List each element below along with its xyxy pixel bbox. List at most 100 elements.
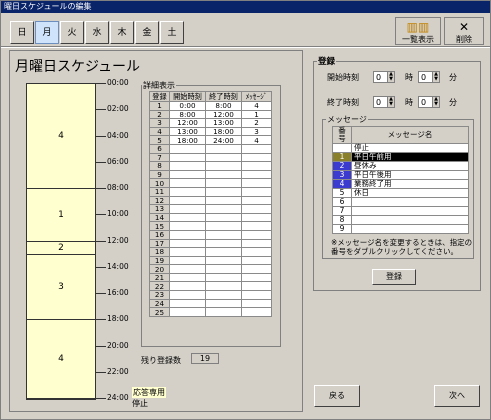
schedule-segment[interactable]: 4 [27, 320, 95, 399]
table-row[interactable]: 6 [149, 143, 272, 154]
schedule-segment[interactable]: 1 [27, 189, 95, 242]
table-row[interactable]: 14 [149, 212, 272, 223]
table-row[interactable]: 21 [149, 272, 272, 283]
next-button[interactable]: 次へ [434, 385, 480, 407]
table-row[interactable]: 11 [149, 186, 272, 197]
delete-button[interactable]: ✕ 削除 [444, 17, 484, 45]
table-cell: 11 [149, 186, 170, 197]
tab-tuesday[interactable]: 火 [60, 21, 84, 44]
table-cell: 2 [149, 109, 170, 120]
table-cell [241, 204, 272, 214]
table-cell: 8:00 [205, 101, 242, 111]
start-hour-stepper[interactable]: 0 ▲ ▼ [373, 71, 395, 83]
table-cell [205, 307, 242, 317]
end-minute-stepper[interactable]: 0 ▲ ▼ [418, 96, 440, 108]
message-row[interactable]: 3 平日午後用 [332, 170, 469, 180]
schedule-segment[interactable]: 2 [27, 242, 95, 255]
tab-saturday[interactable]: 土 [160, 21, 184, 44]
message-row[interactable]: 1 平日午前用 [332, 152, 469, 162]
table-row[interactable]: 5 18:00 24:00 4 [149, 135, 272, 145]
table-cell: 10 [149, 178, 170, 188]
table-cell: 8:00 [169, 109, 206, 120]
table-cell: 5 [149, 135, 170, 145]
message-row[interactable]: 8 [332, 215, 469, 225]
end-minute-value: 0 [421, 98, 427, 107]
table-row[interactable]: 20 [149, 264, 272, 274]
register-button[interactable]: 登録 [372, 269, 416, 285]
table-row[interactable]: 25 [149, 307, 272, 317]
schedule-segment[interactable]: 4 [27, 84, 95, 189]
table-row[interactable]: 3 12:00 13:00 2 [149, 118, 272, 128]
time-tick-label: 04:00 [107, 130, 129, 140]
table-row[interactable]: 24 [149, 298, 272, 309]
tab-sunday[interactable]: 日 [10, 21, 34, 44]
table-row[interactable]: 1 0:00 8:00 4 [149, 101, 272, 111]
table-cell: 25 [149, 307, 170, 317]
table-row[interactable]: 22 [149, 281, 272, 292]
table-cell [241, 161, 272, 171]
table-row[interactable]: 2 8:00 12:00 1 [149, 109, 272, 120]
register-caption: 登録 [317, 55, 337, 67]
table-cell [205, 186, 242, 197]
table-row[interactable]: 10 [149, 178, 272, 188]
message-row[interactable]: 7 [332, 206, 469, 216]
table-cell: 13:00 [169, 126, 206, 137]
message-row[interactable]: 4 業務終了用 [332, 179, 469, 189]
table-cell [205, 290, 242, 300]
table-cell: 7 [149, 152, 170, 163]
table-cell: 22 [149, 281, 170, 292]
tab-friday[interactable]: 金 [135, 21, 159, 44]
table-cell: 13 [149, 204, 170, 214]
table-row[interactable]: 4 13:00 18:00 3 [149, 126, 272, 137]
remaining-label: 残り登録数 [141, 356, 181, 365]
table-cell [205, 238, 242, 249]
close-icon: ✕ [458, 20, 470, 34]
message-row[interactable]: 停止 [332, 143, 469, 153]
table-cell: 12 [149, 195, 170, 206]
tab-monday[interactable]: 月 [35, 21, 59, 44]
table-row[interactable]: 18 [149, 247, 272, 257]
tab-wednesday[interactable]: 水 [85, 21, 109, 44]
spin-arrows-icon[interactable]: ▲ ▼ [432, 71, 440, 83]
minute-unit: 分 [449, 73, 457, 82]
table-row[interactable]: 16 [149, 229, 272, 240]
end-hour-stepper[interactable]: 0 ▲ ▼ [373, 96, 395, 108]
table-cell: 1 [241, 109, 272, 120]
minute-unit: 分 [449, 98, 457, 107]
table-row[interactable]: 9 [149, 169, 272, 180]
spin-arrows-icon[interactable]: ▲ ▼ [432, 96, 440, 108]
table-row[interactable]: 17 [149, 238, 272, 249]
spin-arrows-icon[interactable]: ▲ ▼ [387, 96, 395, 108]
table-cell [205, 281, 242, 292]
table-cell: 4 [241, 135, 272, 145]
message-caption: メッセージ [326, 114, 368, 125]
table-cell [241, 272, 272, 283]
start-minute-stepper[interactable]: 0 ▲ ▼ [418, 71, 440, 83]
schedule-segment[interactable]: 3 [27, 255, 95, 321]
time-tick [96, 83, 106, 84]
message-row[interactable]: 6 [332, 197, 469, 207]
tab-thursday[interactable]: 木 [110, 21, 134, 44]
table-row[interactable]: 23 [149, 290, 272, 300]
time-tick [96, 214, 106, 216]
detail-table: 登録 開始時刻 終了時刻 ﾒｯｾｰｼﾞ 1 0:00 8:00 4 2 8:00 12:00… [149, 91, 272, 317]
message-row[interactable]: 9 [332, 224, 469, 234]
table-cell: 13:00 [205, 118, 242, 128]
time-tick [96, 345, 106, 347]
table-row[interactable]: 8 [149, 161, 272, 171]
spin-arrows-icon[interactable]: ▲ ▼ [387, 71, 395, 83]
list-view-button[interactable]: ▥▥ 一覧表示 [395, 17, 441, 45]
time-tick [96, 293, 106, 294]
table-row[interactable]: 15 [149, 221, 272, 231]
col-header: 終了時刻 [205, 91, 242, 102]
time-tick-label: 06:00 [107, 156, 129, 166]
message-row[interactable]: 5 休日 [332, 188, 469, 198]
table-row[interactable]: 12 [149, 195, 272, 206]
table-row[interactable]: 13 [149, 204, 272, 214]
table-row[interactable]: 7 [149, 152, 272, 163]
table-row[interactable]: 19 [149, 255, 272, 266]
detail-caption: 詳細表示 [142, 80, 176, 91]
back-button[interactable]: 戻る [314, 385, 360, 407]
message-row[interactable]: 2 昼休み [332, 161, 469, 171]
end-hour-value: 0 [376, 98, 382, 107]
